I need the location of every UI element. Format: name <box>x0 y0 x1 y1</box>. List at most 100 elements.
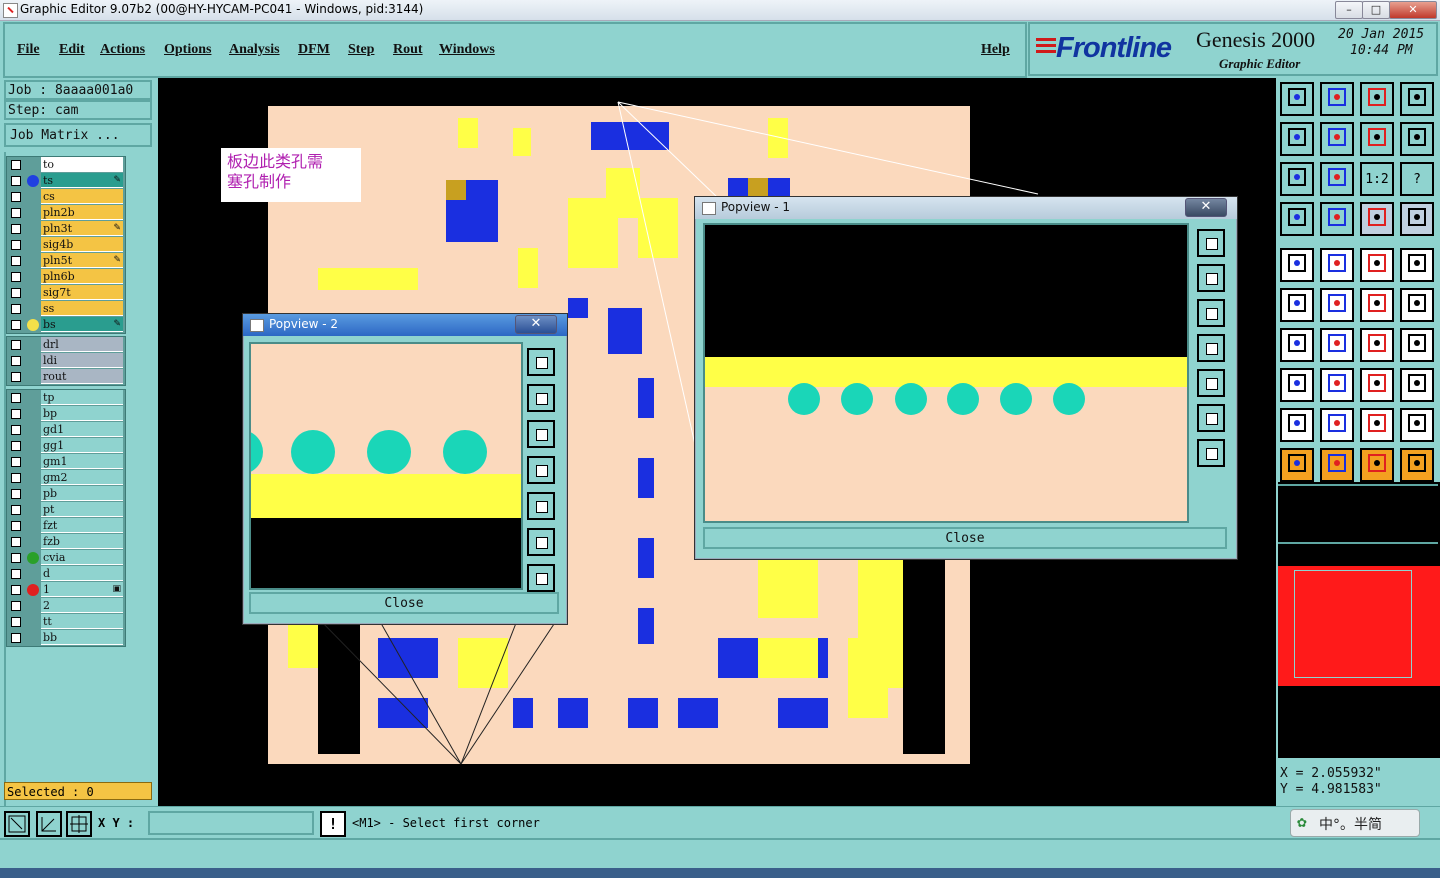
popview-tool-button[interactable] <box>1197 229 1225 257</box>
layer-row[interactable]: to <box>7 157 125 173</box>
split-button[interactable] <box>1400 328 1434 362</box>
layer-row[interactable]: cs <box>7 189 125 205</box>
layer-row[interactable]: fzb <box>7 534 125 550</box>
remove-button[interactable] <box>1320 368 1354 402</box>
layer-checkbox[interactable] <box>11 192 21 202</box>
layer-name[interactable]: 1 ▣ <box>41 582 123 597</box>
layer-checkbox[interactable] <box>11 208 21 218</box>
layer-row[interactable]: pln2b <box>7 205 125 221</box>
layer-name[interactable]: gm2 <box>41 470 123 485</box>
layer-name[interactable]: bb <box>41 630 123 645</box>
layer-name[interactable]: sig7t <box>41 285 123 300</box>
popview-tool-button[interactable] <box>1197 264 1225 292</box>
layer-checkbox[interactable] <box>11 272 21 282</box>
layer-row[interactable]: rout <box>7 369 125 385</box>
popview-1-close-button[interactable]: Close <box>703 527 1227 549</box>
arc-button[interactable] <box>1360 328 1394 362</box>
layer-checkbox[interactable] <box>11 553 21 563</box>
popview-tool-button[interactable] <box>527 384 555 412</box>
layer-color-button[interactable] <box>1360 202 1394 236</box>
pan-right-button[interactable] <box>1320 122 1354 156</box>
popview-1-window[interactable]: Popview - 1 ✕ Close <box>694 196 1238 560</box>
menu-file[interactable]: File <box>17 42 40 58</box>
menu-windows[interactable]: Windows <box>439 42 495 58</box>
layer-checkbox[interactable] <box>11 288 21 298</box>
layer-checkbox[interactable] <box>11 473 21 483</box>
delete-button[interactable] <box>1320 288 1354 322</box>
menu-options[interactable]: Options <box>164 42 211 58</box>
layer-name[interactable]: cvia <box>41 550 123 565</box>
layer-name[interactable]: ts ✎ <box>41 173 123 188</box>
layer-row[interactable]: d <box>7 566 125 582</box>
zoom-ratio-button[interactable] <box>1360 122 1394 156</box>
layer-row[interactable]: gd1 <box>7 422 125 438</box>
layer-name[interactable]: tt <box>41 614 123 629</box>
layer-name[interactable]: gg1 <box>41 438 123 453</box>
layer-row[interactable]: sig4b <box>7 237 125 253</box>
menu-step[interactable]: Step <box>348 42 374 58</box>
layer-name[interactable]: 2 <box>41 598 123 613</box>
layer-name[interactable]: pln5t ✎ <box>41 253 123 268</box>
tri-right-button[interactable] <box>1400 408 1434 442</box>
layer-name[interactable]: tp <box>41 390 123 405</box>
layer-checkbox[interactable] <box>11 633 21 643</box>
layer-name[interactable]: gm1 <box>41 454 123 469</box>
layer-row[interactable]: bs ✎ <box>7 317 125 333</box>
help-button[interactable]: ? <box>1400 162 1434 196</box>
redraw-button[interactable] <box>1400 122 1434 156</box>
dot-button[interactable] <box>1400 248 1434 282</box>
job-matrix-button[interactable]: Job Matrix ... <box>4 123 152 147</box>
move-node-button[interactable] <box>1360 288 1394 322</box>
grid-button[interactable] <box>1320 202 1354 236</box>
popview-tool-button[interactable] <box>1197 299 1225 327</box>
cursor-button[interactable] <box>1280 448 1314 482</box>
layer-red-button[interactable] <box>1400 202 1434 236</box>
popview-tool-button[interactable] <box>527 564 555 592</box>
layer-checkbox[interactable] <box>11 160 21 170</box>
pan-left-button[interactable] <box>1280 122 1314 156</box>
layer-checkbox[interactable] <box>11 585 21 595</box>
popview-tool-button[interactable] <box>527 348 555 376</box>
layer-name[interactable]: rout <box>41 369 123 384</box>
layer-name[interactable]: gd1 <box>41 422 123 437</box>
layer-row[interactable]: pln3t ✎ <box>7 221 125 237</box>
layer-row[interactable]: pln5t ✎ <box>7 253 125 269</box>
menu-dfm[interactable]: DFM <box>298 42 330 58</box>
layer-row[interactable]: ts ✎ <box>7 173 125 189</box>
layer-checkbox[interactable] <box>11 304 21 314</box>
group-button[interactable] <box>1400 368 1434 402</box>
layer-name[interactable]: pln3t ✎ <box>41 221 123 236</box>
popview-tool-button[interactable] <box>1197 404 1225 432</box>
popview-2-x-button[interactable]: ✕ <box>515 315 557 334</box>
layer-checkbox[interactable] <box>11 425 21 435</box>
popview-tool-button[interactable] <box>527 420 555 448</box>
zoom-window-button[interactable] <box>4 811 30 837</box>
zoom-area-button[interactable] <box>1320 162 1354 196</box>
layer-checkbox[interactable] <box>11 505 21 515</box>
popview-tool-button[interactable] <box>1197 369 1225 397</box>
layer-name[interactable]: sig4b <box>41 237 123 252</box>
layer-name[interactable]: ldi <box>41 353 123 368</box>
layer-checkbox[interactable] <box>11 224 21 234</box>
popview-tool-button[interactable] <box>1197 334 1225 362</box>
pad-select-button[interactable] <box>1280 248 1314 282</box>
layer-checkbox[interactable] <box>11 537 21 547</box>
node-button[interactable] <box>1280 288 1314 322</box>
polygon-button[interactable] <box>1320 248 1354 282</box>
layer-checkbox[interactable] <box>11 176 21 186</box>
layer-checkbox[interactable] <box>11 340 21 350</box>
zoom-home-button[interactable] <box>1280 82 1314 116</box>
cursor-node-button[interactable] <box>1400 448 1434 482</box>
line-button[interactable] <box>1280 328 1314 362</box>
layer-row[interactable]: gm1 <box>7 454 125 470</box>
layer-checkbox[interactable] <box>11 256 21 266</box>
maximize-button[interactable]: □ <box>1362 1 1390 19</box>
layer-row[interactable]: pb <box>7 486 125 502</box>
add-node-button[interactable] <box>1400 288 1434 322</box>
measure-button[interactable] <box>36 811 62 837</box>
pattern-button[interactable] <box>1280 368 1314 402</box>
grid-snap-button[interactable] <box>66 811 92 837</box>
layer-row[interactable]: cvia <box>7 550 125 566</box>
layer-row[interactable]: fzt <box>7 518 125 534</box>
zoom-in-button[interactable] <box>1320 82 1354 116</box>
